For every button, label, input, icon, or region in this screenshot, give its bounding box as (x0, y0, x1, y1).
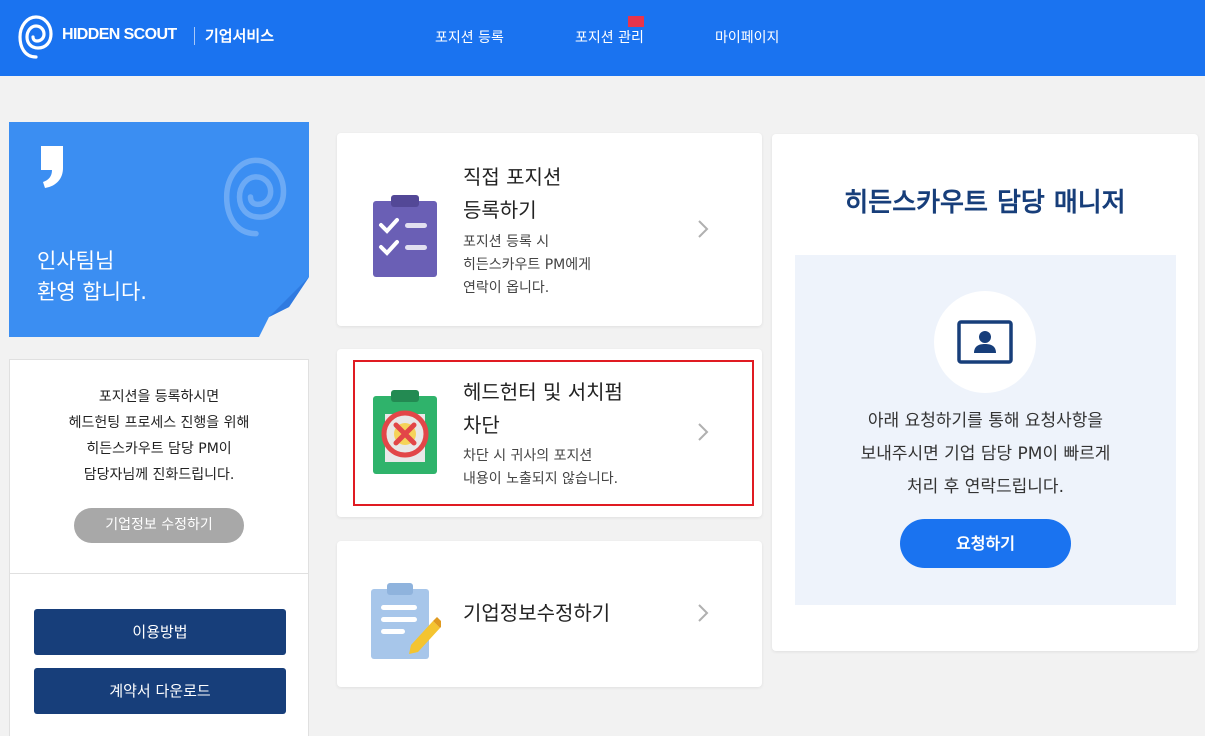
manager-request-box: 아래 요청하기를 통해 요청사항을 보내주시면 기업 담당 PM이 빠르게 처리… (795, 255, 1176, 605)
avatar (934, 291, 1036, 393)
page-fold-icon (259, 277, 309, 337)
request-button[interactable]: 요청하기 (900, 519, 1071, 568)
clipboard-check-icon (373, 195, 437, 277)
welcome-panel: 인사팀님 환영 합니다. (9, 122, 309, 337)
welcome-line-1: 인사팀님 (37, 249, 115, 273)
direct-position-register-card[interactable]: 직접 포지션 등록하기 포지션 등록 시 히든스카우트 PM에게 연락이 옵니다… (337, 133, 762, 326)
welcome-greeting: 인사팀님 환영 합니다. (37, 246, 147, 308)
manager-description: 아래 요청하기를 통해 요청사항을 보내주시면 기업 담당 PM이 빠르게 처리… (860, 411, 1111, 497)
info-card: 포지션을 등록하시면 헤드헌팅 프로세스 진행을 위해 히든스카우트 담당 PM… (9, 359, 309, 736)
manager-title: 히든스카우트 담당 매니저 (844, 188, 1126, 218)
headhunter-block-card[interactable]: 헤드헌터 및 서치펌 차단 차단 시 귀사의 포지션 내용이 노출되지 않습니다… (337, 349, 762, 517)
top-header: HIDDEN SCOUT 기업서비스 포지션 등록 포지션 관리 마이페이지 (0, 0, 1205, 76)
service-label: 기업서비스 (205, 27, 275, 45)
edit-company-info-button[interactable]: 기업정보 수정하기 (74, 508, 244, 543)
contract-download-button[interactable]: 계약서 다운로드 (34, 668, 286, 714)
card-title: 헤드헌터 및 서치펌 차단 (463, 380, 623, 437)
notification-flag (628, 16, 644, 27)
usage-guide-button[interactable]: 이용방법 (34, 609, 286, 655)
clipboard-edit-icon (371, 583, 441, 659)
nav-mypage[interactable]: 마이페이지 (715, 27, 779, 47)
card-description: 포지션 등록 시 히든스카우트 PM에게 연락이 옵니다. (463, 234, 592, 296)
info-message: 포지션을 등록하시면 헤드헌팅 프로세스 진행을 위해 히든스카우트 담당 PM… (68, 389, 250, 483)
brand-name[interactable]: HIDDEN SCOUT (62, 26, 177, 44)
chevron-right-icon (698, 220, 709, 238)
divider (10, 573, 308, 574)
spiral-watermark-icon (223, 157, 287, 237)
nav-position-register[interactable]: 포지션 등록 (435, 27, 504, 47)
chevron-right-icon (698, 604, 709, 622)
nav-position-manage[interactable]: 포지션 관리 (575, 27, 644, 47)
profile-card-icon (957, 320, 1013, 364)
spiral-logo-icon[interactable] (18, 14, 54, 60)
manager-panel: 히든스카우트 담당 매니저 아래 요청하기를 통해 요청사항을 보내주시면 기업… (772, 134, 1198, 651)
card-description: 차단 시 귀사의 포지션 내용이 노출되지 않습니다. (463, 448, 619, 487)
company-info-edit-card[interactable]: 기업정보수정하기 (337, 541, 762, 687)
quote-mark-icon (41, 146, 63, 188)
card-title: 직접 포지션 등록하기 (463, 165, 562, 222)
clipboard-block-icon (373, 390, 437, 474)
chevron-right-icon (698, 423, 709, 441)
welcome-line-2: 환영 합니다. (37, 280, 147, 304)
card-title: 기업정보수정하기 (463, 601, 611, 625)
logo-divider (194, 27, 195, 45)
